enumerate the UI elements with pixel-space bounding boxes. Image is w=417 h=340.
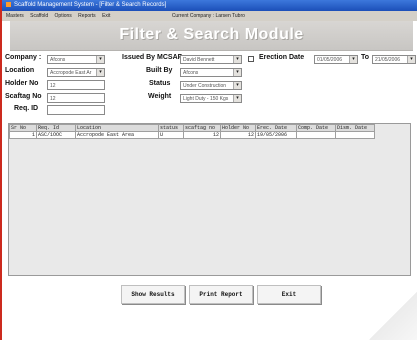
company-select[interactable]: Afcons ▾ (47, 55, 105, 64)
calendar-dropdown-icon[interactable]: ▾ (407, 56, 415, 63)
window-title: Scaffold Management System - [Filter & S… (14, 2, 167, 8)
app-window: Scaffold Management System - [Filter & S… (0, 0, 417, 340)
erection-to-value: 21/05/2006 (375, 57, 401, 63)
menu-options[interactable]: Options (55, 13, 72, 19)
built-label: Built By (146, 67, 173, 74)
weight-value: Light Duty - 150 Kgs (183, 96, 229, 102)
col-location[interactable]: Location (75, 124, 159, 132)
scafftag-label: Scaftag No (5, 93, 42, 100)
status-value: Under Construction (183, 83, 227, 89)
reqid-label: Req. ID (14, 105, 39, 112)
cell-erec-date: 19/05/2006 (255, 131, 297, 139)
table-row[interactable]: 1 ASC/1OOC Accropode East Area U 12 12 1… (9, 131, 375, 139)
issued-label: Issued By MCSAP (122, 54, 183, 61)
erection-from-date[interactable]: 01/05/2006 ▾ (314, 55, 358, 64)
erection-from-value: 01/05/2006 (317, 57, 343, 63)
col-req-id[interactable]: Req. Id (36, 124, 76, 132)
module-banner: Filter & Search Module (10, 21, 413, 51)
cell-status: U (158, 131, 184, 139)
chevron-down-icon[interactable]: ▾ (233, 56, 241, 63)
location-select[interactable]: Accropode East Ar ▾ (47, 68, 105, 77)
grid-header-row: Sr No Req. Id Location status scaftag no… (9, 124, 375, 132)
chevron-down-icon[interactable]: ▾ (233, 95, 241, 102)
cell-holder-no: 12 (220, 131, 256, 139)
company-label: Company : (5, 54, 42, 61)
col-erec-date[interactable]: Erec. Date (255, 124, 297, 132)
print-report-button[interactable]: Print Report (189, 285, 253, 304)
col-dism-date[interactable]: Dism. Date (335, 124, 375, 132)
status-label: Status (149, 80, 171, 87)
chevron-down-icon[interactable]: ▾ (233, 69, 241, 76)
reqid-field[interactable] (47, 105, 105, 115)
holder-field[interactable]: 12 (47, 80, 105, 90)
to-label: To (361, 54, 370, 61)
chevron-down-icon[interactable]: ▾ (96, 69, 104, 76)
calendar-dropdown-icon[interactable]: ▾ (349, 56, 357, 63)
erection-date-label: Erection Date (259, 54, 305, 61)
issued-select[interactable]: David Bennett ▾ (180, 55, 242, 64)
status-select[interactable]: Under Construction ▾ (180, 81, 242, 90)
cell-dism-date (335, 131, 375, 139)
col-comp-date[interactable]: Comp. Date (296, 124, 336, 132)
issued-value: David Bennett (183, 57, 215, 63)
cell-location: Accropode East Area (75, 131, 159, 139)
col-status[interactable]: status (158, 124, 184, 132)
erection-date-checkbox[interactable] (248, 56, 254, 62)
menu-bar: Masters Scaffold Options Reports Exit Cu… (2, 11, 417, 21)
scafftag-field[interactable]: 12 (47, 93, 105, 103)
page-curl-decoration (369, 292, 417, 340)
col-sr-no[interactable]: Sr No (9, 124, 37, 132)
col-scaftag-no[interactable]: scaftag no (183, 124, 221, 132)
menu-exit[interactable]: Exit (102, 13, 110, 19)
exit-button[interactable]: Exit (257, 285, 321, 304)
location-label: Location (5, 67, 35, 74)
app-icon (6, 1, 11, 7)
results-table: Sr No Req. Id Location status scaftag no… (9, 124, 375, 139)
company-value: Afcons (50, 57, 66, 63)
menu-scaffold[interactable]: Scaffold (30, 13, 48, 19)
cell-req-id: ASC/1OOC (36, 131, 76, 139)
col-holder-no[interactable]: Holder No (220, 124, 256, 132)
holder-label: Holder No (5, 80, 39, 87)
current-company: Current Company : Larsen Tubro (171, 13, 245, 19)
cell-scaftag-no: 12 (183, 131, 221, 139)
results-grid[interactable]: Sr No Req. Id Location status scaftag no… (8, 123, 411, 276)
cell-comp-date (296, 131, 336, 139)
weight-select[interactable]: Light Duty - 150 Kgs ▾ (180, 94, 242, 103)
show-results-button[interactable]: Show Results (121, 285, 185, 304)
chevron-down-icon[interactable]: ▾ (233, 82, 241, 89)
weight-label: Weight (148, 93, 172, 100)
title-bar: Scaffold Management System - [Filter & S… (2, 0, 417, 11)
built-select[interactable]: Afcons ▾ (180, 68, 242, 77)
chevron-down-icon[interactable]: ▾ (96, 56, 104, 63)
menu-reports[interactable]: Reports (78, 13, 96, 19)
menu-masters[interactable]: Masters (6, 13, 24, 19)
cell-sr-no: 1 (9, 131, 37, 139)
page-title: Filter & Search Module (119, 26, 304, 43)
built-value: Afcons (183, 70, 199, 76)
erection-to-date[interactable]: 21/05/2006 ▾ (372, 55, 416, 64)
location-value: Accropode East Ar (50, 70, 92, 76)
